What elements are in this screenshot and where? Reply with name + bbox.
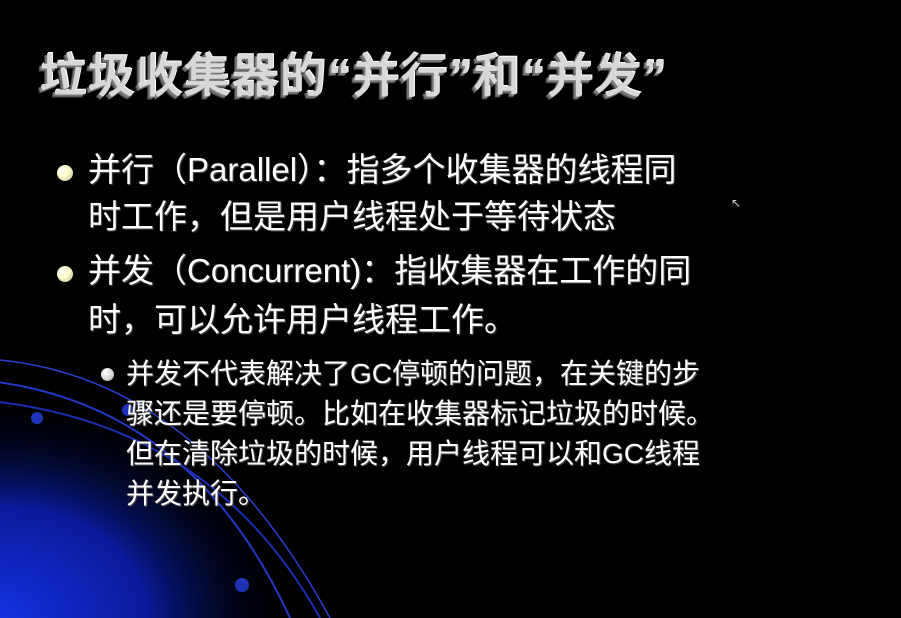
bullet-parallel-line-2: 时工作，但是用户线程处于等待状态 <box>88 198 616 235</box>
sub-bullet-line-3: 但在清除垃圾的时候，用户线程可以和GC线程 <box>126 438 701 469</box>
slide-title: 垃圾收集器的“并行”和“并发” <box>40 50 668 102</box>
bullet-icon <box>57 266 73 282</box>
sub-bullet-line-1: 并发不代表解决了GC停顿的问题，在关键的步 <box>126 358 701 389</box>
sub-bullet-icon <box>101 368 114 381</box>
bullet-concurrent-line-2: 时，可以允许用户线程工作。 <box>88 301 517 338</box>
bullet-parallel-line-1: 并行（Parallel）：指多个收集器的线程同 <box>88 151 677 188</box>
bullet-icon <box>57 165 73 181</box>
bullet-concurrent-line-1: 并发（Concurrent)：指收集器在工作的同 <box>88 252 692 289</box>
sub-bullet-line-4: 并发执行。 <box>126 478 267 509</box>
mouse-pointer-icon: ↖ <box>731 196 742 210</box>
sub-bullet-line-2: 骤还是要停顿。比如在收集器标记垃圾的时候。 <box>126 398 715 429</box>
